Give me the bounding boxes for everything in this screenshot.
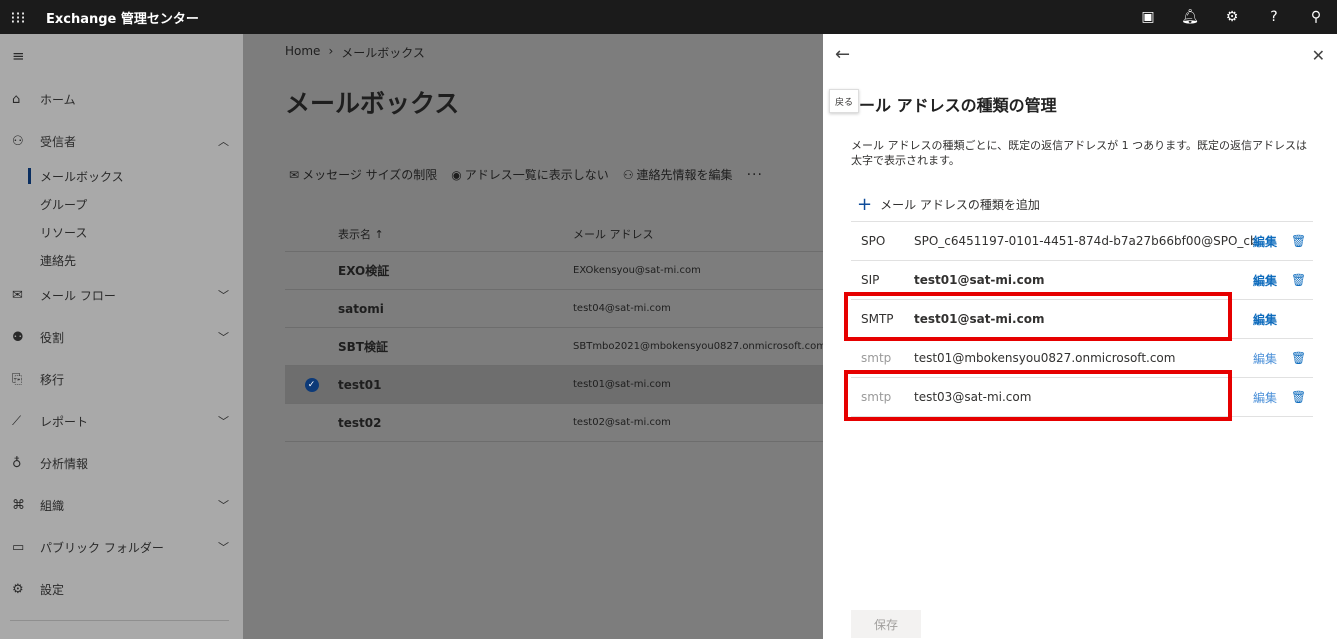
eye-off-icon: ◉	[451, 167, 462, 182]
nav-item-recipients[interactable]: ⚇ 受信者 ︿	[0, 120, 243, 162]
nav-item-mail-flow[interactable]: ✉ メール フロー ﹀	[0, 274, 243, 316]
breadcrumb-home[interactable]: Home	[285, 44, 320, 61]
delete-icon[interactable]: 🗑︎	[1291, 351, 1306, 365]
top-bar: ⁝⁝⁝ Exchange 管理センター ▣ 🔔︎ ⚙ ? ⚲	[0, 0, 1337, 34]
chevron-right-icon: ›	[328, 44, 334, 58]
edit-button[interactable]: 編集	[1253, 311, 1277, 328]
message-size-button[interactable]: ✉ メッセージ サイズの制限	[289, 166, 437, 183]
table-row[interactable]: EXO検証 EXOkensyou@sat-mi.com	[285, 252, 823, 290]
app-title[interactable]: Exchange 管理センター	[46, 8, 199, 27]
chevron-up-icon: ︿	[218, 135, 229, 148]
gear-icon: ⚙	[12, 581, 24, 597]
highlight-box-smtp-primary	[844, 292, 1232, 341]
table-header: 表示名 ↑ メール アドレス	[285, 216, 823, 252]
person-edit-icon: ⚇	[622, 167, 634, 182]
panel-description: メール アドレスの種類ごとに、既定の返信アドレスが 1 つあります。既定の返信ア…	[851, 139, 1308, 167]
left-nav: ≡ ⌂ ホーム ⚇ 受信者 ︿ メールボックス グループ リソース 連絡先 ✉ …	[0, 34, 243, 639]
nav-sub-mailboxes[interactable]: メールボックス	[0, 162, 243, 190]
checkmark-icon: ✓	[304, 377, 319, 392]
delete-icon[interactable]: 🗑︎	[1291, 390, 1306, 404]
column-display-name[interactable]: 表示名 ↑	[338, 226, 573, 242]
mailbox-table: 表示名 ↑ メール アドレス EXO検証 EXOkensyou@sat-mi.c…	[285, 216, 823, 442]
chevron-down-icon: ﹀	[218, 541, 229, 554]
column-email[interactable]: メール アドレス	[573, 226, 823, 242]
edit-button[interactable]: 編集	[1253, 272, 1277, 289]
org-icon: ⌘	[12, 497, 25, 513]
waffle-icon[interactable]: ⁝⁝⁝	[0, 0, 36, 34]
table-row[interactable]: test02 test02@sat-mi.com	[285, 404, 823, 442]
cloud-shell-icon[interactable]: ▣	[1127, 0, 1169, 34]
nav-sub-groups[interactable]: グループ	[0, 190, 243, 218]
page-title: メールボックス	[285, 89, 460, 118]
more-icon[interactable]: ···	[747, 167, 763, 183]
add-email-type-button[interactable]: + メール アドレスの種類を追加	[857, 194, 1040, 215]
address-row: SPO SPO_c6451197-0101-4451-874d-b7a27b66…	[851, 222, 1313, 261]
nav-item-home[interactable]: ⌂ ホーム	[0, 78, 243, 120]
hide-from-gal-button[interactable]: ◉ アドレス一覧に表示しない	[451, 166, 609, 183]
hamburger-icon[interactable]: ≡	[0, 34, 243, 78]
manage-email-types-panel: ← ✕ ール アドレスの種類の管理 戻る メール アドレスの種類ごとに、既定の返…	[823, 34, 1337, 639]
chevron-down-icon: ﹀	[218, 331, 229, 344]
nav-sub-contacts[interactable]: 連絡先	[0, 246, 243, 274]
nav-item-public-folders[interactable]: ▭ パブリック フォルダー ﹀	[0, 526, 243, 568]
delete-icon[interactable]: 🗑︎	[1291, 273, 1306, 287]
chevron-down-icon: ﹀	[218, 289, 229, 302]
main-content: Home › メールボックス メールボックス ✉ メッセージ サイズの制限 ◉ …	[243, 34, 823, 639]
close-icon[interactable]: ✕	[1312, 46, 1325, 65]
nav-item-organization[interactable]: ⌘ 組織 ﹀	[0, 484, 243, 526]
edit-button[interactable]: 編集	[1253, 350, 1277, 367]
save-button[interactable]: 保存	[851, 610, 921, 638]
mail-icon: ✉	[12, 287, 23, 303]
migration-icon: ⎘	[12, 371, 23, 387]
edit-button[interactable]: 編集	[1253, 233, 1277, 250]
edit-contact-button[interactable]: ⚇ 連絡先情報を編集	[623, 166, 733, 183]
lightbulb-icon: ♁	[12, 455, 22, 471]
gear-icon[interactable]: ⚙	[1211, 0, 1253, 34]
back-tooltip: 戻る	[829, 89, 859, 113]
nav-sub-resources[interactable]: リソース	[0, 218, 243, 246]
chevron-down-icon: ﹀	[218, 499, 229, 512]
chevron-down-icon: ﹀	[218, 415, 229, 428]
nav-item-settings[interactable]: ⚙ 設定	[0, 568, 243, 610]
table-row[interactable]: ✓ test01 test01@sat-mi.com	[285, 366, 823, 404]
table-row[interactable]: satomi test04@sat-mi.com	[285, 290, 823, 328]
highlight-box-smtp-test03	[844, 370, 1232, 421]
nav-item-migration[interactable]: ⎘ 移行	[0, 358, 243, 400]
breadcrumb-mailboxes: メールボックス	[341, 46, 425, 60]
mail-size-icon: ✉	[289, 167, 300, 182]
folder-icon: ▭	[12, 539, 25, 555]
roles-icon: ⚉	[12, 329, 24, 345]
breadcrumb: Home › メールボックス	[285, 44, 425, 61]
home-icon: ⌂	[12, 91, 21, 107]
top-icons: ▣ 🔔︎ ⚙ ? ⚲	[1127, 0, 1337, 34]
user-icon[interactable]: ⚲	[1295, 0, 1337, 34]
plus-icon: +	[857, 194, 873, 215]
nav-item-roles[interactable]: ⚉ 役割 ﹀	[0, 316, 243, 358]
help-icon[interactable]: ?	[1253, 0, 1295, 34]
table-row[interactable]: SBT検証 SBTmbo2021@mbokensyou0827.onmicros…	[285, 328, 823, 366]
bell-icon[interactable]: 🔔︎	[1169, 0, 1211, 34]
nav-item-insights[interactable]: ♁ 分析情報	[0, 442, 243, 484]
edit-button[interactable]: 編集	[1253, 389, 1277, 406]
chart-icon: ⟋	[12, 413, 22, 429]
back-arrow-icon[interactable]: ←	[835, 44, 850, 65]
nav-item-reports[interactable]: ⟋ レポート ﹀	[0, 400, 243, 442]
delete-icon[interactable]: 🗑︎	[1291, 234, 1306, 248]
person-icon: ⚇	[12, 133, 24, 149]
command-bar: ✉ メッセージ サイズの制限 ◉ アドレス一覧に表示しない ⚇ 連絡先情報を編集…	[289, 166, 763, 183]
panel-title: ール アドレスの種類の管理	[859, 96, 1057, 115]
nav-divider	[10, 620, 229, 621]
